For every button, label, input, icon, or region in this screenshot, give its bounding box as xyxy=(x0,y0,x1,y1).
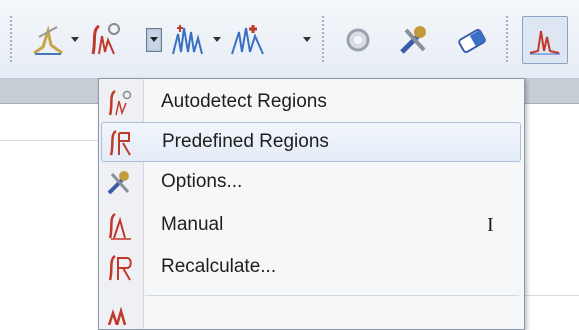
menu-item-manual[interactable]: Manual I xyxy=(101,206,519,244)
chevron-down-icon[interactable] xyxy=(212,34,222,44)
eraser-icon xyxy=(458,29,487,53)
recalculate-integral-icon xyxy=(108,254,132,281)
menu-item-label: Autodetect Regions xyxy=(161,91,327,112)
chevron-down-icon[interactable] xyxy=(70,34,80,44)
eraser-button[interactable] xyxy=(450,18,494,62)
integration-dropdown-menu: Autodetect Regions Predefined Regions Op… xyxy=(98,78,525,330)
multiplet-button[interactable] xyxy=(168,18,208,62)
divider xyxy=(0,140,98,141)
spectrum-view-button[interactable] xyxy=(522,16,568,64)
settings-button[interactable] xyxy=(336,18,380,62)
integrate-button[interactable] xyxy=(84,18,124,62)
manual-integral-icon xyxy=(108,212,131,240)
options-tools-icon xyxy=(107,171,130,195)
menu-item-shortcut: I xyxy=(487,213,494,236)
predefined-integral-icon xyxy=(109,129,131,156)
chevron-down-icon[interactable] xyxy=(302,34,312,44)
tools-button[interactable] xyxy=(392,18,436,62)
menu-item-recalculate[interactable]: Recalculate... xyxy=(101,248,519,286)
toolbar-separator xyxy=(506,16,508,62)
menu-item-autodetect-regions[interactable]: Autodetect Regions xyxy=(101,83,519,121)
toolbar-separator xyxy=(322,16,324,62)
peak-pick-icon xyxy=(33,25,63,55)
menu-item-label: Predefined Regions xyxy=(162,131,329,152)
toolbar xyxy=(0,0,579,79)
autodetect-integral-icon xyxy=(108,89,132,116)
integrate-dropdown-button[interactable] xyxy=(146,28,162,52)
tools-icon xyxy=(400,26,426,54)
divider xyxy=(520,295,579,296)
menu-item-label: Recalculate... xyxy=(161,256,277,277)
peak-pick-button[interactable] xyxy=(28,18,68,62)
peak-add-button[interactable] xyxy=(226,18,270,62)
toolbar-separator xyxy=(10,16,12,62)
menu-item-label: Options... xyxy=(161,171,243,192)
settings-gear-icon xyxy=(346,28,370,52)
menu-item-label: Manual xyxy=(161,214,224,235)
spectrum-view-icon xyxy=(529,30,560,55)
menu-item-predefined-regions[interactable]: Predefined Regions xyxy=(101,122,521,162)
peak-add-icon xyxy=(231,25,264,55)
multiplet-icon xyxy=(172,25,203,55)
menu-separator xyxy=(145,295,519,296)
menu-item-options[interactable]: Options... xyxy=(101,163,519,201)
integrate-region-icon xyxy=(91,23,120,55)
multiplet-integral-icon[interactable] xyxy=(105,305,133,325)
